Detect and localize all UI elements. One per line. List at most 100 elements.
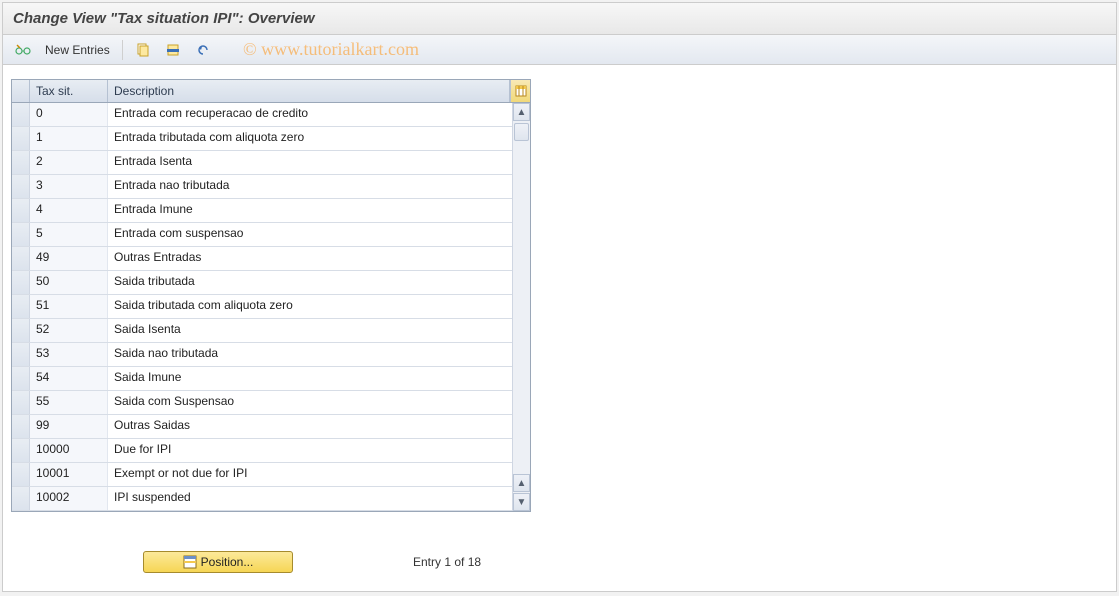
cell-description[interactable]: Entrada com suspensao bbox=[108, 223, 530, 246]
cell-taxsit[interactable]: 10000 bbox=[30, 439, 108, 462]
position-icon bbox=[183, 555, 197, 569]
cell-description[interactable]: Outras Saidas bbox=[108, 415, 530, 438]
cell-description[interactable]: Entrada Isenta bbox=[108, 151, 530, 174]
cell-description[interactable]: Saida com Suspensao bbox=[108, 391, 530, 414]
row-selector[interactable] bbox=[12, 463, 30, 486]
table-row[interactable]: 5Entrada com suspensao bbox=[12, 223, 530, 247]
undo-icon bbox=[195, 42, 211, 58]
cell-description[interactable]: Saida tributada com aliquota zero bbox=[108, 295, 530, 318]
cell-taxsit[interactable]: 51 bbox=[30, 295, 108, 318]
row-selector[interactable] bbox=[12, 103, 30, 126]
cell-taxsit[interactable]: 3 bbox=[30, 175, 108, 198]
toolbar: New Entries bbox=[3, 35, 1116, 65]
cell-description[interactable]: Entrada nao tributada bbox=[108, 175, 530, 198]
table-settings-icon bbox=[515, 85, 527, 97]
row-selector[interactable] bbox=[12, 367, 30, 390]
scroll-thumb[interactable] bbox=[514, 123, 529, 141]
row-selector[interactable] bbox=[12, 151, 30, 174]
table-row[interactable]: 51Saida tributada com aliquota zero bbox=[12, 295, 530, 319]
cell-description[interactable]: Saida tributada bbox=[108, 271, 530, 294]
row-selector[interactable] bbox=[12, 487, 30, 510]
new-entries-button[interactable]: New Entries bbox=[41, 39, 114, 61]
table-row[interactable]: 10002IPI suspended bbox=[12, 487, 530, 511]
row-selector[interactable] bbox=[12, 343, 30, 366]
cell-taxsit[interactable]: 0 bbox=[30, 103, 108, 126]
cell-description[interactable]: Saida nao tributada bbox=[108, 343, 530, 366]
delete-icon bbox=[165, 42, 181, 58]
entry-count-label: Entry 1 of 18 bbox=[413, 555, 481, 569]
cell-taxsit[interactable]: 54 bbox=[30, 367, 108, 390]
scroll-down-small-button[interactable]: ▲ bbox=[513, 474, 530, 492]
cell-taxsit[interactable]: 55 bbox=[30, 391, 108, 414]
delete-button[interactable] bbox=[161, 39, 185, 61]
cell-description[interactable]: Exempt or not due for IPI bbox=[108, 463, 530, 486]
pencil-glasses-icon bbox=[15, 42, 31, 58]
row-selector[interactable] bbox=[12, 199, 30, 222]
copy-icon bbox=[135, 42, 151, 58]
column-header-taxsit[interactable]: Tax sit. bbox=[30, 80, 108, 102]
table-row[interactable]: 3Entrada nao tributada bbox=[12, 175, 530, 199]
cell-description[interactable]: IPI suspended bbox=[108, 487, 530, 510]
title-bar: Change View "Tax situation IPI": Overvie… bbox=[3, 3, 1116, 35]
row-selector[interactable] bbox=[12, 439, 30, 462]
cell-taxsit[interactable]: 1 bbox=[30, 127, 108, 150]
scroll-up-button[interactable]: ▲ bbox=[513, 103, 530, 121]
table-row[interactable]: 49Outras Entradas bbox=[12, 247, 530, 271]
row-selector[interactable] bbox=[12, 415, 30, 438]
row-selector[interactable] bbox=[12, 223, 30, 246]
cell-taxsit[interactable]: 5 bbox=[30, 223, 108, 246]
cell-description[interactable]: Entrada Imune bbox=[108, 199, 530, 222]
position-button[interactable]: Position... bbox=[143, 551, 293, 573]
table-header: Tax sit. Description bbox=[12, 80, 530, 103]
cell-description[interactable]: Due for IPI bbox=[108, 439, 530, 462]
scroll-track[interactable] bbox=[513, 121, 530, 474]
row-selector[interactable] bbox=[12, 247, 30, 270]
row-selector[interactable] bbox=[12, 175, 30, 198]
position-label: Position... bbox=[201, 555, 254, 569]
page-title: Change View "Tax situation IPI": Overvie… bbox=[13, 10, 315, 27]
copy-button[interactable] bbox=[131, 39, 155, 61]
row-selector-header[interactable] bbox=[12, 80, 30, 102]
table-row[interactable]: 10001Exempt or not due for IPI bbox=[12, 463, 530, 487]
row-selector[interactable] bbox=[12, 295, 30, 318]
row-selector[interactable] bbox=[12, 319, 30, 342]
toolbar-separator bbox=[122, 40, 123, 60]
table-row[interactable]: 4Entrada Imune bbox=[12, 199, 530, 223]
cell-taxsit[interactable]: 2 bbox=[30, 151, 108, 174]
row-selector[interactable] bbox=[12, 271, 30, 294]
cell-taxsit[interactable]: 4 bbox=[30, 199, 108, 222]
table-row[interactable]: 0Entrada com recuperacao de credito bbox=[12, 103, 530, 127]
cell-description[interactable]: Saida Imune bbox=[108, 367, 530, 390]
cell-taxsit[interactable]: 10001 bbox=[30, 463, 108, 486]
cell-description[interactable]: Entrada com recuperacao de credito bbox=[108, 103, 530, 126]
cell-description[interactable]: Entrada tributada com aliquota zero bbox=[108, 127, 530, 150]
configure-columns-button[interactable] bbox=[510, 80, 530, 102]
cell-description[interactable]: Saida Isenta bbox=[108, 319, 530, 342]
cell-taxsit[interactable]: 99 bbox=[30, 415, 108, 438]
column-header-description[interactable]: Description bbox=[108, 80, 510, 102]
scroll-down-button[interactable]: ▼ bbox=[513, 493, 530, 511]
row-selector[interactable] bbox=[12, 127, 30, 150]
cell-description[interactable]: Outras Entradas bbox=[108, 247, 530, 270]
table-row[interactable]: 99Outras Saidas bbox=[12, 415, 530, 439]
table-row[interactable]: 10000Due for IPI bbox=[12, 439, 530, 463]
table-row[interactable]: 1Entrada tributada com aliquota zero bbox=[12, 127, 530, 151]
vertical-scrollbar[interactable]: ▲ ▲ ▼ bbox=[512, 103, 530, 511]
table-row[interactable]: 53Saida nao tributada bbox=[12, 343, 530, 367]
table-row[interactable]: 52Saida Isenta bbox=[12, 319, 530, 343]
toggle-edit-button[interactable] bbox=[11, 39, 35, 61]
undo-button[interactable] bbox=[191, 39, 215, 61]
row-selector[interactable] bbox=[12, 391, 30, 414]
footer: Position... Entry 1 of 18 bbox=[3, 551, 1116, 573]
table-row[interactable]: 2Entrada Isenta bbox=[12, 151, 530, 175]
cell-taxsit[interactable]: 50 bbox=[30, 271, 108, 294]
new-entries-label: New Entries bbox=[45, 43, 110, 57]
cell-taxsit[interactable]: 52 bbox=[30, 319, 108, 342]
table-row[interactable]: 54Saida Imune bbox=[12, 367, 530, 391]
table-row[interactable]: 50Saida tributada bbox=[12, 271, 530, 295]
cell-taxsit[interactable]: 49 bbox=[30, 247, 108, 270]
data-table: Tax sit. Description 0Entrada com recupe… bbox=[11, 79, 531, 512]
cell-taxsit[interactable]: 53 bbox=[30, 343, 108, 366]
table-row[interactable]: 55Saida com Suspensao bbox=[12, 391, 530, 415]
cell-taxsit[interactable]: 10002 bbox=[30, 487, 108, 510]
